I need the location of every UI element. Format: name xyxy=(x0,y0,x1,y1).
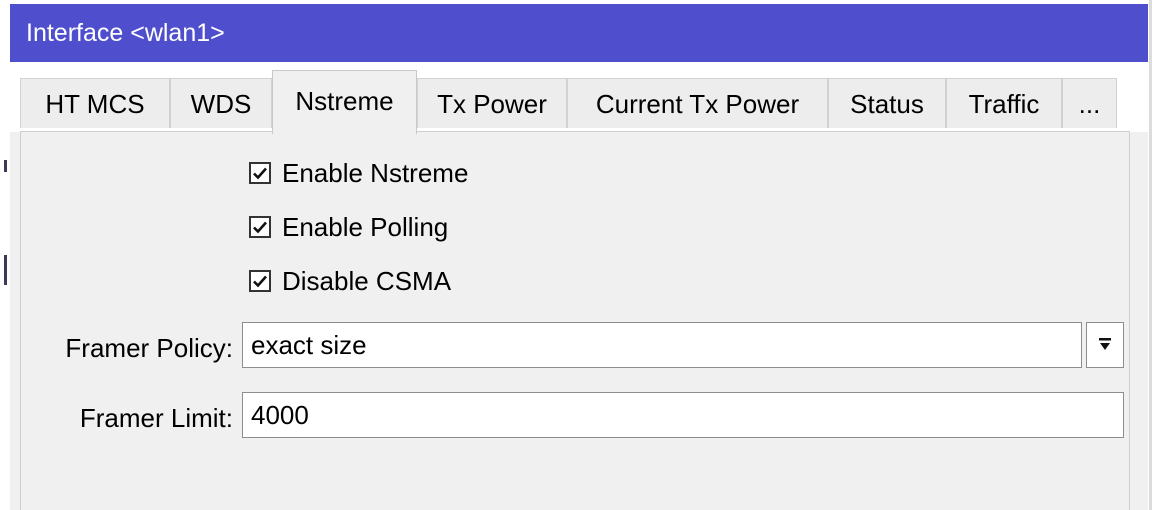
nstreme-panel: Enable Nstreme Enable Polling Disable CS… xyxy=(20,131,1130,510)
right-edge xyxy=(1148,0,1157,510)
window-title: Interface <wlan1> xyxy=(10,4,1148,62)
tab-wds[interactable]: WDS xyxy=(170,78,272,128)
enable-polling-row: Enable Polling xyxy=(249,212,448,242)
edge-mark xyxy=(4,160,7,172)
tab-current-tx-power[interactable]: Current Tx Power xyxy=(567,78,828,128)
framer-policy-dropdown-button[interactable] xyxy=(1086,322,1124,368)
framer-policy-label: Framer Policy: xyxy=(65,333,233,363)
disable-csma-row: Disable CSMA xyxy=(249,266,451,296)
enable-polling-checkbox[interactable] xyxy=(249,216,271,238)
tab-ht-mcs[interactable]: HT MCS xyxy=(20,78,170,128)
tab-status[interactable]: Status xyxy=(828,78,946,128)
tab-strip: HT MCS WDS Nstreme Tx Power Current Tx P… xyxy=(10,62,1148,134)
checkmark-icon xyxy=(253,167,267,180)
framer-limit-field[interactable]: 4000 xyxy=(242,392,1124,438)
enable-nstreme-row: Enable Nstreme xyxy=(249,158,468,188)
checkmark-icon xyxy=(253,275,267,288)
tab-traffic[interactable]: Traffic xyxy=(946,78,1062,128)
disable-csma-checkbox[interactable] xyxy=(249,270,271,292)
edge-mark xyxy=(4,255,7,285)
interface-window: Interface <wlan1> HT MCS WDS Nstreme Tx … xyxy=(10,4,1148,510)
tab-nstreme[interactable]: Nstreme xyxy=(272,70,417,134)
framer-limit-label: Framer Limit: xyxy=(79,403,233,433)
tab-more[interactable]: ... xyxy=(1062,78,1117,128)
edge-bar xyxy=(1149,0,1152,510)
enable-nstreme-checkbox[interactable] xyxy=(249,162,271,184)
framer-policy-field[interactable]: exact size xyxy=(242,322,1082,368)
enable-polling-label: Enable Polling xyxy=(282,211,449,242)
tab-tx-power[interactable]: Tx Power xyxy=(417,78,567,128)
disable-csma-label: Disable CSMA xyxy=(282,265,452,296)
checkmark-icon xyxy=(253,221,267,234)
enable-nstreme-label: Enable Nstreme xyxy=(282,157,469,188)
left-edge xyxy=(0,0,10,510)
dropdown-arrow-icon xyxy=(1099,338,1111,350)
